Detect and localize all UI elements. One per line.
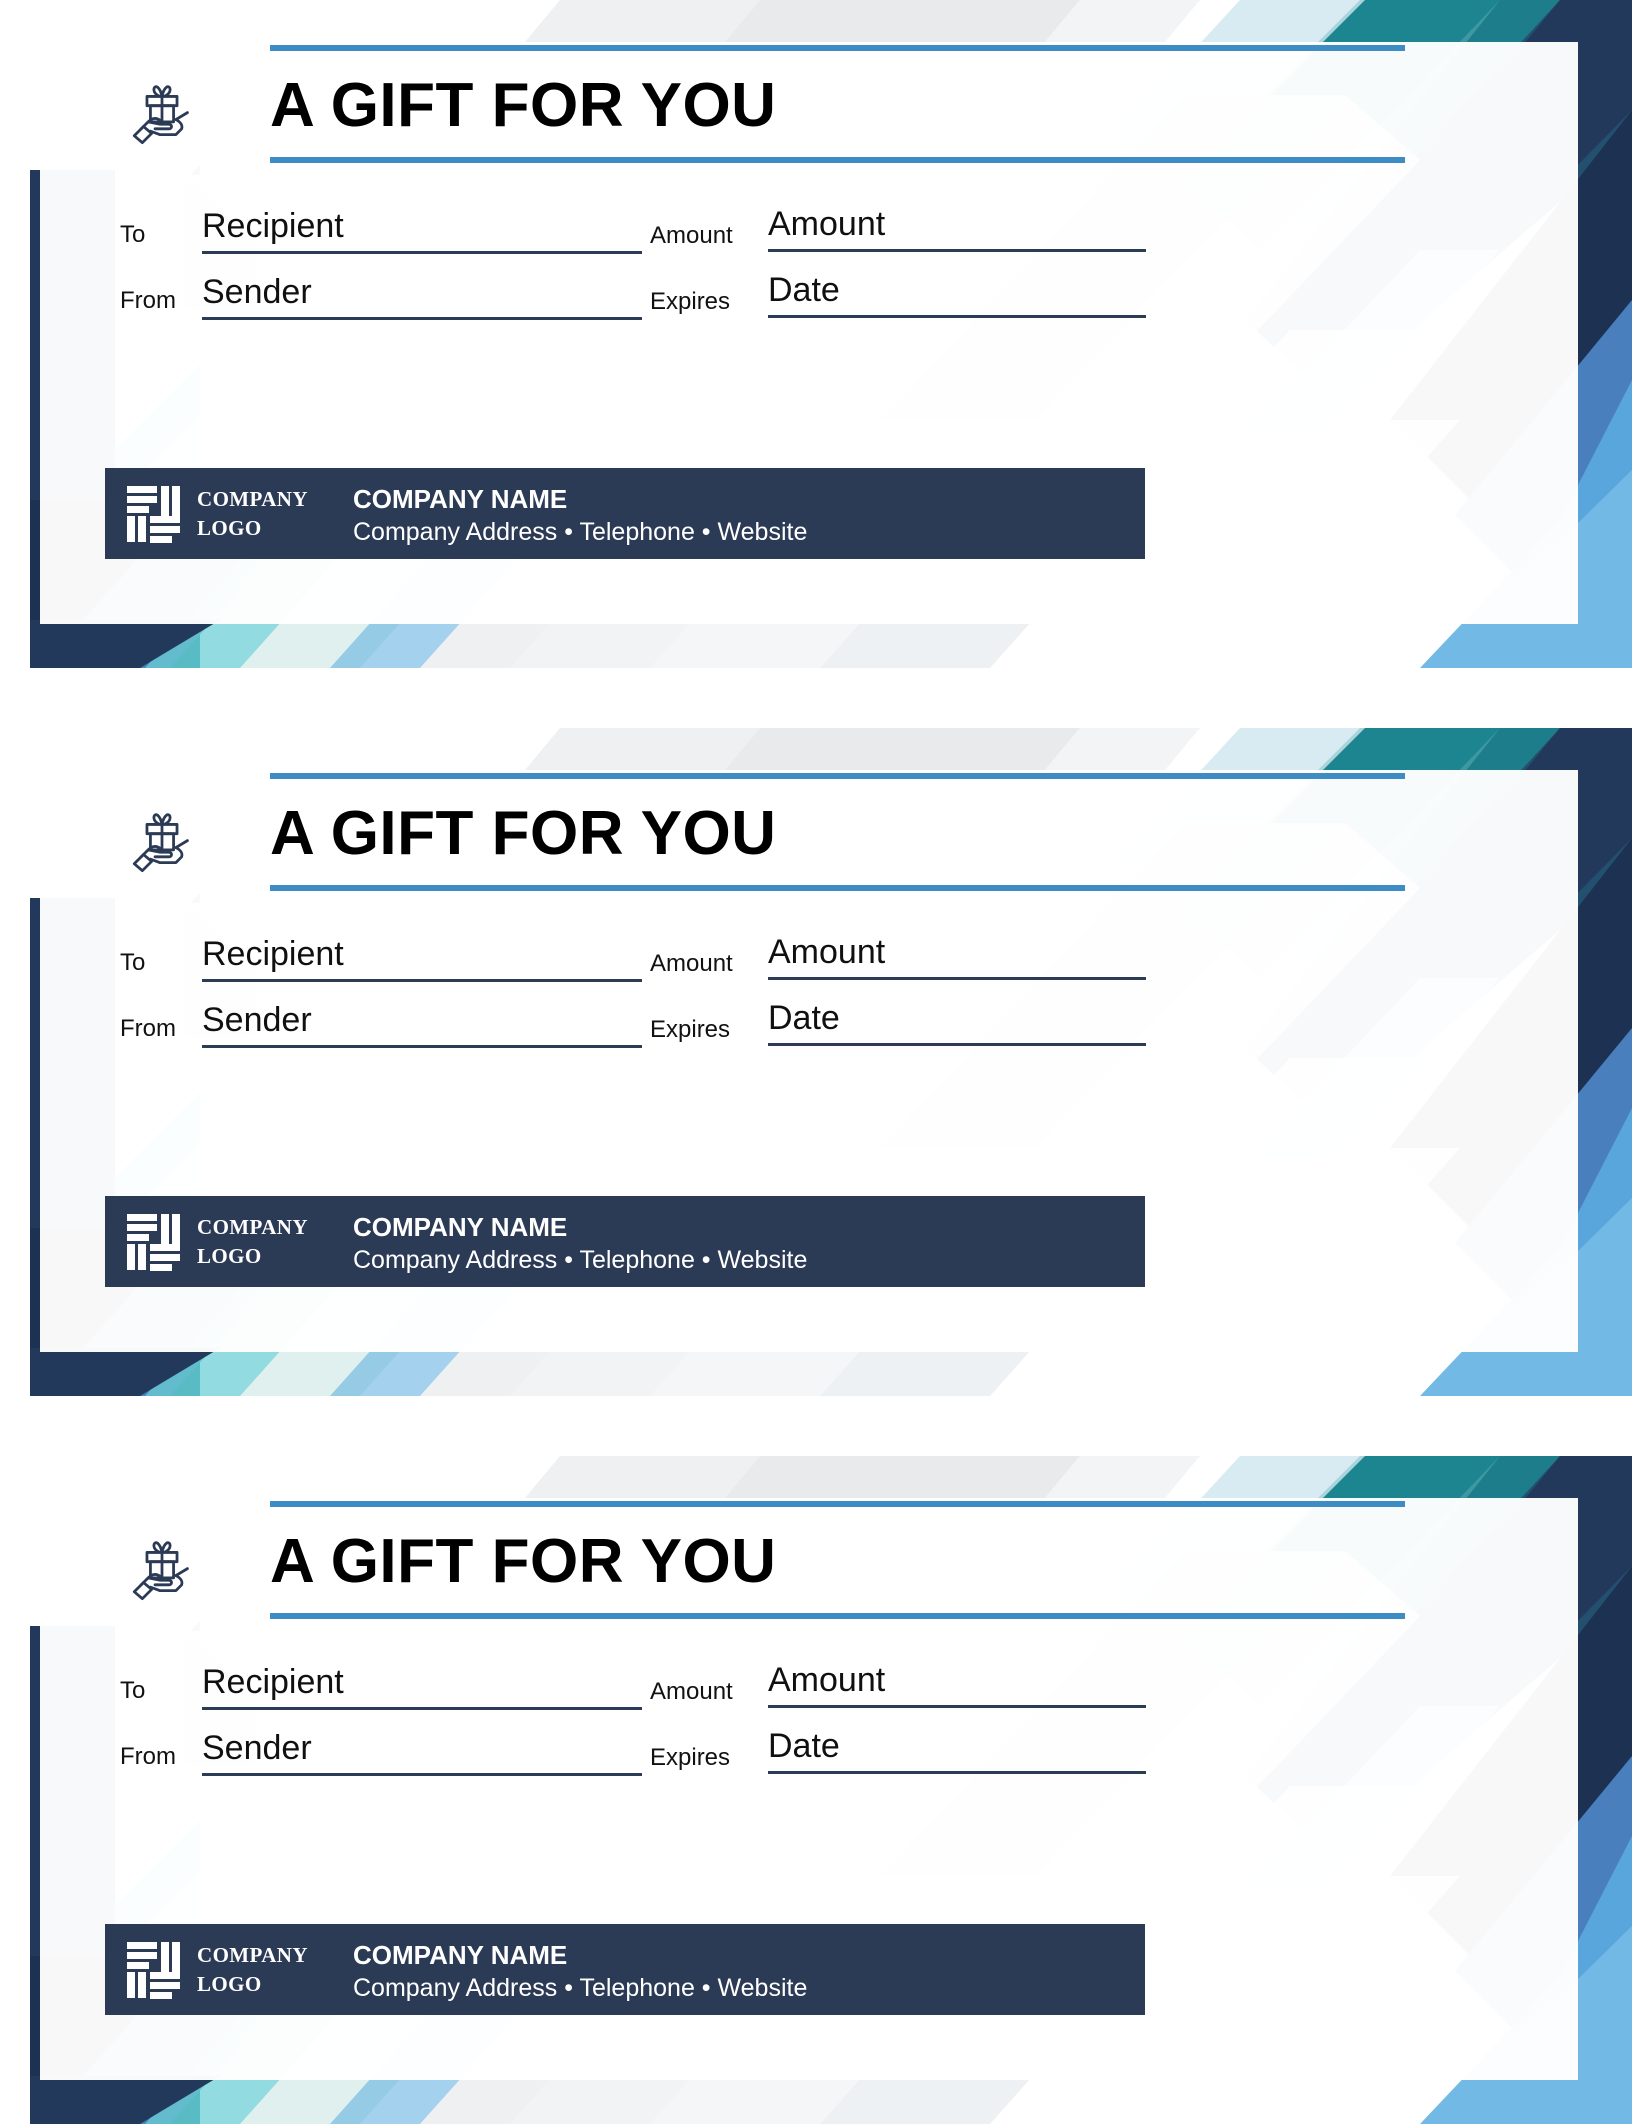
header-rule-top [270, 773, 1405, 779]
recipient-field-underline [202, 251, 642, 254]
field-row-from-expires: From Sender Expires Date [120, 261, 1540, 323]
company-logo-mark-icon [125, 1938, 187, 2000]
expires-label: Expires [650, 1744, 731, 1771]
field-row-from-expires: From Sender Expires Date [120, 989, 1540, 1051]
company-logo-wordmark: COMPANY LOGO [197, 1213, 308, 1271]
company-logo-mark-icon [125, 482, 187, 544]
amount-field-underline [768, 1705, 1146, 1708]
sender-field-underline [202, 1045, 642, 1048]
field-row-from-expires: From Sender Expires Date [120, 1717, 1540, 1779]
expires-date-field-underline [768, 315, 1146, 318]
header-rule-top [270, 1501, 1405, 1507]
amount-field[interactable]: Amount [768, 1659, 885, 1701]
expires-label: Expires [650, 288, 731, 315]
sender-field-underline [202, 317, 642, 320]
logo-word-line-2: LOGO [197, 1972, 262, 1996]
company-logo-wordmark: COMPANY LOGO [197, 1941, 308, 1999]
to-label: To [120, 1677, 146, 1704]
sender-field[interactable]: Sender [202, 1727, 312, 1769]
logo-word-line-2: LOGO [197, 1244, 262, 1268]
company-contact: Company Address • Telephone • Website [353, 518, 808, 546]
sender-field[interactable]: Sender [202, 271, 312, 313]
header-rule-bottom [270, 157, 1405, 163]
amount-label: Amount [650, 222, 733, 249]
logo-word-line-1: COMPANY [197, 1215, 308, 1239]
company-name: COMPANY NAME [353, 1212, 568, 1242]
expires-date-field[interactable]: Date [768, 997, 840, 1039]
amount-field[interactable]: Amount [768, 931, 885, 973]
logo-word-line-2: LOGO [197, 516, 262, 540]
field-row-to-amount: To Recipient Amount Amount [120, 195, 1540, 257]
from-label: From [120, 287, 176, 314]
header-rule-bottom [270, 885, 1405, 891]
recipient-field[interactable]: Recipient [202, 1661, 344, 1703]
to-label: To [120, 221, 146, 248]
company-name: COMPANY NAME [353, 1940, 568, 1970]
expires-label: Expires [650, 1016, 731, 1043]
logo-word-line-1: COMPANY [197, 1943, 308, 1967]
certificate-sheet: A GIFT FOR YOU To Recipient Amount Amoun… [0, 0, 1632, 2124]
expires-date-field[interactable]: Date [768, 1725, 840, 1767]
recipient-field[interactable]: Recipient [202, 205, 344, 247]
gift-certificate-card: A GIFT FOR YOU To Recipient Amount Amoun… [0, 0, 1632, 668]
amount-label: Amount [650, 950, 733, 977]
header-rule-top [270, 45, 1405, 51]
certificate-fields: To Recipient Amount Amount From Sender E… [120, 1651, 1540, 1801]
sender-field[interactable]: Sender [202, 999, 312, 1041]
company-info-block: COMPANY NAME Company Address • Telephone… [353, 1938, 1123, 2005]
company-logo-wordmark: COMPANY LOGO [197, 485, 308, 543]
page-title: A GIFT FOR YOU [270, 71, 777, 140]
expires-date-field[interactable]: Date [768, 269, 840, 311]
from-label: From [120, 1743, 176, 1770]
hand-holding-gift-icon [125, 71, 199, 145]
gift-certificate-card: A GIFT FOR YOU To Recipient Amount Amoun… [0, 1456, 1632, 2124]
company-info-block: COMPANY NAME Company Address • Telephone… [353, 482, 1123, 549]
hand-holding-gift-icon [125, 1527, 199, 1601]
certificate-footer-bar: COMPANY LOGO COMPANY NAME Company Addres… [105, 1924, 1145, 2015]
recipient-field-underline [202, 1707, 642, 1710]
certificate-footer-bar: COMPANY LOGO COMPANY NAME Company Addres… [105, 1196, 1145, 1287]
recipient-field-underline [202, 979, 642, 982]
certificate-header: A GIFT FOR YOU [132, 45, 1560, 170]
expires-date-field-underline [768, 1043, 1146, 1046]
recipient-field[interactable]: Recipient [202, 933, 344, 975]
logo-word-line-1: COMPANY [197, 487, 308, 511]
company-logo-mark-icon [125, 1210, 187, 1272]
page-title: A GIFT FOR YOU [270, 799, 777, 868]
hand-holding-gift-icon [125, 799, 199, 873]
gift-certificate-card: A GIFT FOR YOU To Recipient Amount Amoun… [0, 728, 1632, 1396]
certificate-header: A GIFT FOR YOU [132, 1501, 1560, 1626]
certificate-fields: To Recipient Amount Amount From Sender E… [120, 923, 1540, 1073]
amount-field-underline [768, 977, 1146, 980]
company-info-block: COMPANY NAME Company Address • Telephone… [353, 1210, 1123, 1277]
field-row-to-amount: To Recipient Amount Amount [120, 1651, 1540, 1713]
certificate-fields: To Recipient Amount Amount From Sender E… [120, 195, 1540, 345]
company-contact: Company Address • Telephone • Website [353, 1246, 808, 1274]
header-rule-bottom [270, 1613, 1405, 1619]
field-row-to-amount: To Recipient Amount Amount [120, 923, 1540, 985]
page-title: A GIFT FOR YOU [270, 1527, 777, 1596]
from-label: From [120, 1015, 176, 1042]
to-label: To [120, 949, 146, 976]
certificate-footer-bar: COMPANY LOGO COMPANY NAME Company Addres… [105, 468, 1145, 559]
sender-field-underline [202, 1773, 642, 1776]
amount-field[interactable]: Amount [768, 203, 885, 245]
amount-field-underline [768, 249, 1146, 252]
company-name: COMPANY NAME [353, 484, 568, 514]
certificate-header: A GIFT FOR YOU [132, 773, 1560, 898]
expires-date-field-underline [768, 1771, 1146, 1774]
amount-label: Amount [650, 1678, 733, 1705]
company-contact: Company Address • Telephone • Website [353, 1974, 808, 2002]
